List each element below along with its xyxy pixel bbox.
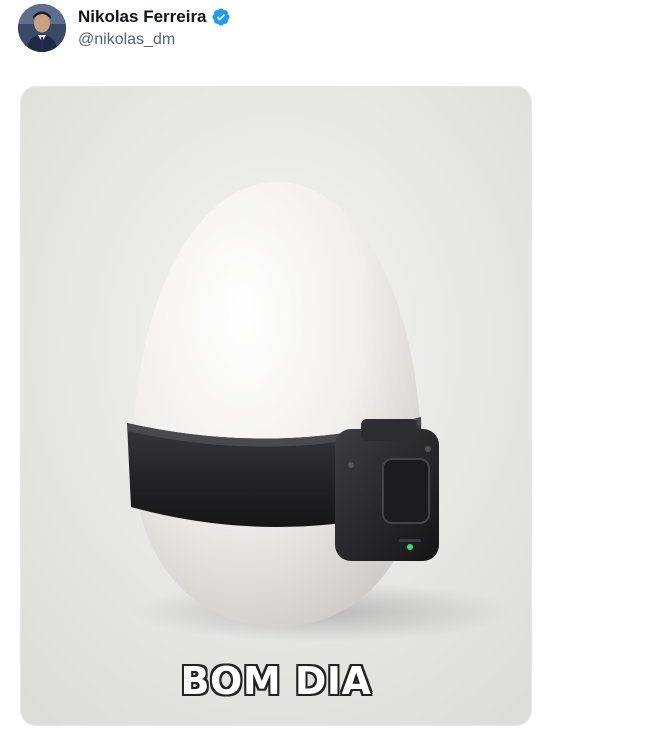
media-caption: BOM DIA [180, 659, 372, 703]
tweet: Nikolas Ferreira @nikolas_dm BOM DIA [0, 0, 650, 749]
name-row: Nikolas Ferreira [78, 7, 231, 27]
egg-with-ankle-monitor-icon [21, 87, 531, 725]
tweet-media[interactable]: BOM DIA [20, 86, 532, 726]
profile-photo-icon [18, 4, 66, 52]
author-names: Nikolas Ferreira @nikolas_dm [78, 7, 231, 49]
avatar[interactable] [18, 4, 66, 52]
verified-badge-icon [211, 8, 230, 26]
tweet-header: Nikolas Ferreira @nikolas_dm [18, 4, 231, 52]
display-name[interactable]: Nikolas Ferreira [78, 7, 207, 27]
handle[interactable]: @nikolas_dm [78, 31, 231, 49]
